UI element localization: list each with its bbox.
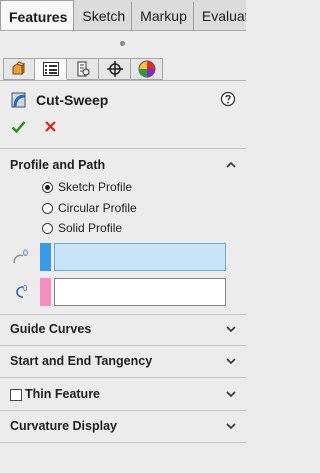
chevron-down-icon[interactable]: [224, 419, 238, 433]
radio-button[interactable]: [42, 222, 53, 234]
section-title: Curvature Display: [10, 419, 117, 433]
section-title: Start and End Tangency: [10, 354, 153, 368]
radio-label: Sketch Profile: [58, 180, 133, 194]
radio-button[interactable]: [42, 181, 53, 193]
divider: [0, 314, 246, 315]
action-buttons: [11, 120, 57, 139]
chevron-up-icon[interactable]: [224, 158, 238, 172]
guide-curves-header[interactable]: Guide Curves: [10, 320, 238, 338]
profile-color-swatch: [40, 243, 51, 271]
checkmark-icon: [11, 121, 26, 134]
radio-label: Circular Profile: [58, 201, 137, 215]
feature-manager-icon: [12, 61, 25, 76]
help-button[interactable]: [220, 91, 236, 112]
property-manager-icon: [42, 62, 59, 76]
path-selection-box[interactable]: [54, 278, 226, 306]
profile-selection-box[interactable]: [54, 243, 226, 271]
radio-button[interactable]: [42, 202, 53, 214]
command-manager-tabs: Features Sketch Markup Evaluate: [0, 0, 246, 31]
radio-sketch-profile[interactable]: Sketch Profile: [42, 178, 132, 196]
dimxpert-manager-icon: [106, 61, 123, 77]
display-manager-tab[interactable]: [131, 58, 163, 80]
divider: [0, 442, 246, 443]
dimxpert-manager-tab[interactable]: [99, 58, 131, 80]
property-manager-tab[interactable]: [35, 58, 67, 80]
chevron-down-icon[interactable]: [224, 387, 238, 401]
thin-feature-toggle[interactable]: Thin Feature: [10, 387, 100, 401]
splitter-grip[interactable]: [120, 41, 125, 46]
cross-icon: [45, 121, 56, 132]
radio-circular-profile[interactable]: Circular Profile: [42, 199, 137, 217]
display-manager-icon: [138, 60, 155, 78]
curvature-display-header[interactable]: Curvature Display: [10, 417, 238, 435]
help-icon: [220, 91, 236, 107]
radio-solid-profile[interactable]: Solid Profile: [42, 219, 122, 237]
path-icon: 0: [16, 284, 28, 298]
divider: [0, 148, 246, 149]
chevron-down-icon[interactable]: [224, 354, 238, 368]
tab-features[interactable]: Features: [0, 0, 75, 30]
divider: [0, 345, 246, 346]
cancel-button[interactable]: [44, 120, 57, 139]
thin-feature-header[interactable]: Thin Feature: [10, 385, 238, 403]
start-end-tangency-header[interactable]: Start and End Tangency: [10, 352, 238, 370]
divider: [0, 410, 246, 411]
radio-label: Solid Profile: [58, 221, 123, 235]
profile-and-path-header[interactable]: Profile and Path: [10, 156, 238, 174]
tab-sketch[interactable]: Sketch: [74, 2, 133, 30]
profile-icon: 0: [13, 248, 28, 264]
path-selection-row: 0: [10, 278, 228, 306]
tab-evaluate[interactable]: Evaluate: [194, 2, 246, 30]
svg-text:0: 0: [23, 248, 28, 258]
section-title: Guide Curves: [10, 322, 92, 336]
svg-text:0: 0: [23, 284, 28, 293]
configuration-manager-icon: [77, 61, 89, 77]
property-manager-header: Cut-Sweep: [10, 89, 238, 111]
top-divider: [0, 80, 246, 81]
feature-title: Cut-Sweep: [36, 92, 109, 108]
profile-selection-row: 0: [10, 243, 228, 271]
path-color-swatch: [40, 278, 51, 306]
tab-markup[interactable]: Markup: [132, 2, 194, 30]
manager-tab-bar: [3, 58, 163, 81]
thin-feature-checkbox[interactable]: [10, 388, 22, 401]
feature-manager-tab[interactable]: [3, 58, 35, 80]
section-title: Thin Feature: [25, 387, 101, 401]
cut-sweep-icon: [11, 92, 26, 108]
chevron-down-icon[interactable]: [224, 322, 238, 336]
section-title: Profile and Path: [10, 158, 106, 172]
divider: [0, 377, 246, 378]
ok-button[interactable]: [11, 120, 26, 139]
configuration-manager-tab[interactable]: [67, 58, 99, 80]
